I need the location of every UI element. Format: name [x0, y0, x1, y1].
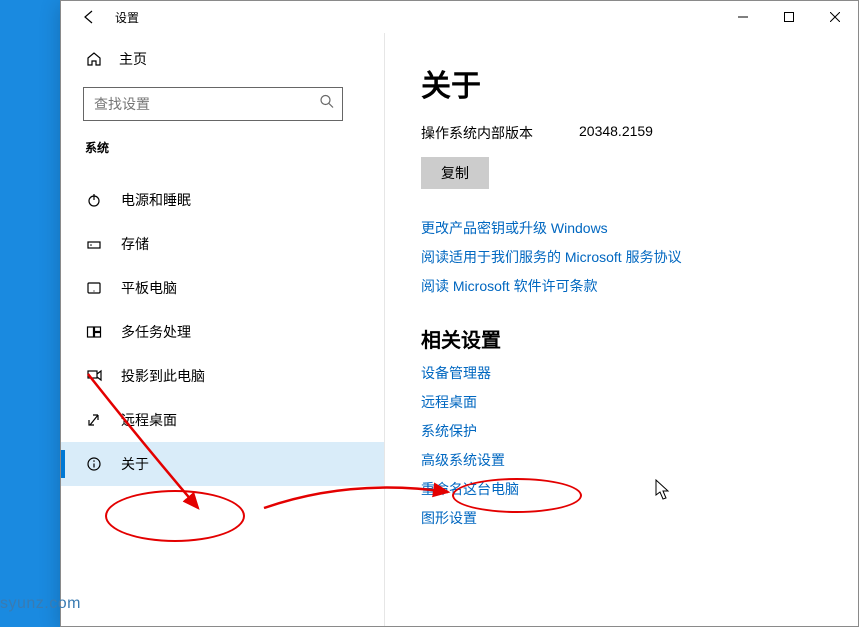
close-button[interactable]	[812, 1, 858, 33]
build-label: 操作系统内部版本	[421, 123, 533, 143]
link[interactable]: 阅读适用于我们服务的 Microsoft 服务协议	[421, 247, 822, 267]
maximize-button[interactable]	[766, 1, 812, 33]
search-icon	[319, 94, 335, 115]
related-settings-heading: 相关设置	[421, 324, 822, 353]
remote-icon	[85, 411, 103, 429]
settings-window: 设置 主页	[60, 0, 859, 627]
link[interactable]: 阅读 Microsoft 软件许可条款	[421, 276, 822, 296]
minimize-button[interactable]	[720, 1, 766, 33]
main-content: 关于 操作系统内部版本 20348.2159 复制 更改产品密钥或升级 Wind…	[385, 33, 858, 626]
related-link[interactable]: 远程桌面	[421, 392, 822, 412]
related-link[interactable]: 重命名这台电脑	[421, 479, 822, 499]
multitask-icon	[85, 323, 103, 341]
sidebar-item-label: 远程桌面	[121, 410, 177, 430]
build-row: 操作系统内部版本 20348.2159	[421, 123, 822, 143]
titlebar: 设置	[61, 1, 858, 33]
sidebar-item-project[interactable]: 投影到此电脑	[61, 354, 384, 398]
sidebar-group-label: 系统	[61, 135, 384, 166]
related-links: 设备管理器远程桌面系统保护高级系统设置重命名这台电脑图形设置	[421, 363, 822, 528]
sidebar-item-remote[interactable]: 远程桌面	[61, 398, 384, 442]
home-label: 主页	[119, 49, 147, 69]
build-value: 20348.2159	[579, 123, 653, 143]
copy-button[interactable]: 复制	[421, 157, 489, 189]
home-icon	[85, 50, 103, 68]
links-top: 更改产品密钥或升级 Windows 阅读适用于我们服务的 Microsoft 服务…	[421, 218, 822, 296]
page-title: 关于	[421, 61, 822, 105]
tablet-icon	[85, 279, 103, 297]
window-controls	[720, 1, 858, 33]
sidebar-item-storage[interactable]: 存储	[61, 222, 384, 266]
sidebar-item-info[interactable]: 关于	[61, 442, 384, 486]
sidebar-item-label: 多任务处理	[121, 322, 191, 342]
home-nav[interactable]: 主页	[61, 41, 384, 77]
sidebar-nav-list: 电源和睡眠存储平板电脑多任务处理投影到此电脑远程桌面关于	[61, 166, 384, 486]
related-link[interactable]: 高级系统设置	[421, 450, 822, 470]
sidebar-item-label: 关于	[121, 454, 149, 474]
sidebar-item-multitask[interactable]: 多任务处理	[61, 310, 384, 354]
info-icon	[85, 455, 103, 473]
related-link[interactable]: 设备管理器	[421, 363, 822, 383]
search-box	[83, 87, 343, 121]
sidebar-item-power[interactable]: 电源和睡眠	[61, 178, 384, 222]
sidebar: 主页 系统 电源和睡眠存储平板电脑多任务处理投影到此电脑远程桌面关于	[61, 33, 385, 626]
sidebar-item-label: 存储	[121, 234, 149, 254]
window-title: 设置	[115, 9, 139, 26]
storage-icon	[85, 235, 103, 253]
power-icon	[85, 191, 103, 209]
sidebar-item-label: 投影到此电脑	[121, 366, 205, 386]
project-icon	[85, 367, 103, 385]
related-link[interactable]: 图形设置	[421, 508, 822, 528]
sidebar-item-label: 电源和睡眠	[121, 190, 191, 210]
search-input[interactable]	[83, 87, 343, 121]
sidebar-item-label: 平板电脑	[121, 278, 177, 298]
related-link[interactable]: 系统保护	[421, 421, 822, 441]
back-button[interactable]	[79, 8, 97, 26]
sidebar-item-tablet[interactable]: 平板电脑	[61, 266, 384, 310]
link[interactable]: 更改产品密钥或升级 Windows	[421, 218, 822, 238]
